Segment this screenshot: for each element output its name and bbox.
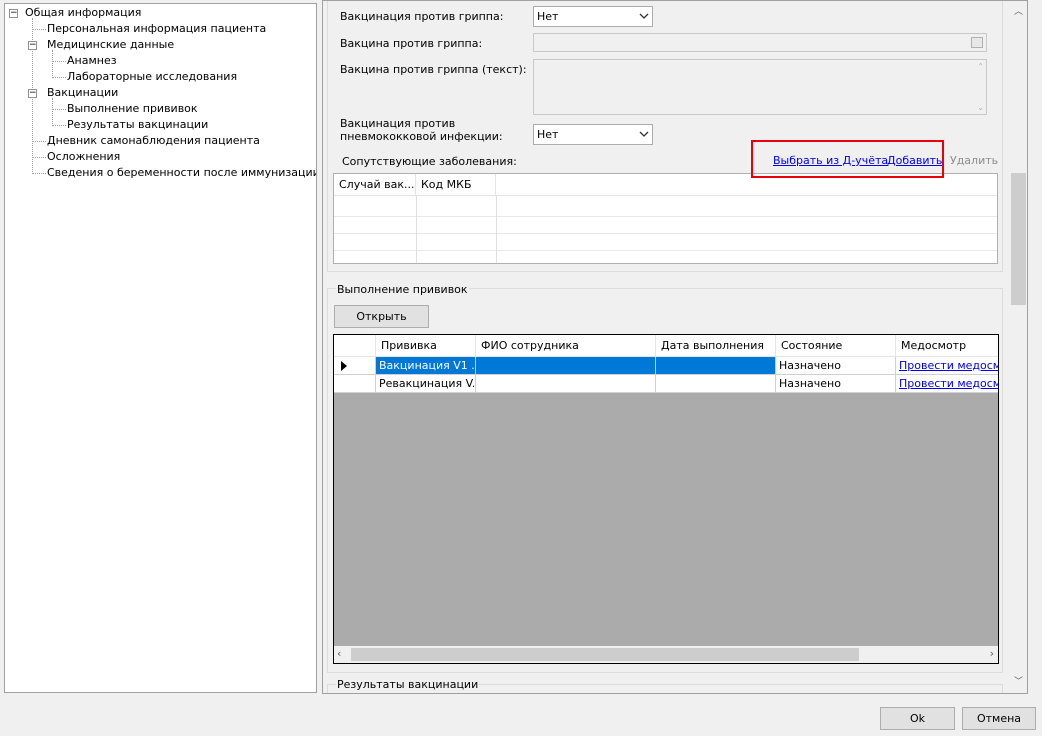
chevron-down-icon bbox=[639, 13, 649, 19]
row-header[interactable] bbox=[334, 375, 376, 393]
grid-empty-rows bbox=[334, 200, 997, 263]
pneumo-label-line1: Вакцинация против bbox=[340, 117, 456, 130]
scroll-left-icon[interactable]: ‹ bbox=[337, 647, 341, 660]
vaccination-name-cell[interactable]: Вакцинация V1 ... bbox=[376, 357, 476, 375]
comorbid-label: Сопутствующие заболевания: bbox=[342, 155, 517, 168]
tree-connector bbox=[32, 141, 46, 142]
flu-vaccination-label: Вакцинация против гриппа: bbox=[340, 10, 504, 23]
exam-link[interactable]: Провести медосмо bbox=[896, 375, 998, 393]
column-header[interactable]: Случай вак... bbox=[334, 174, 416, 196]
state-cell[interactable]: Назначено bbox=[776, 357, 896, 375]
pneumo-select[interactable]: Нет bbox=[533, 124, 653, 145]
tree-item-complications[interactable]: Осложнения bbox=[47, 149, 120, 165]
highlight-box bbox=[751, 140, 944, 178]
lookup-icon bbox=[971, 37, 983, 48]
flu-vaccination-value: Нет bbox=[537, 10, 559, 23]
scrollbar-thumb[interactable] bbox=[1011, 173, 1026, 305]
grid-col-divider bbox=[416, 196, 417, 263]
tree-item-medical[interactable]: Медицинские данные bbox=[47, 37, 174, 53]
flu-vaccine-label: Вакцина против гриппа: bbox=[340, 37, 483, 50]
tree-connector bbox=[52, 77, 66, 78]
exam-link[interactable]: Провести медосмо bbox=[896, 357, 998, 375]
scroll-up-icon[interactable]: ︿ bbox=[1010, 4, 1027, 21]
navigation-tree[interactable]: − Общая информация Персональная информац… bbox=[4, 3, 317, 693]
delete-link: Удалить bbox=[950, 154, 999, 167]
tree-item-lab[interactable]: Лабораторные исследования bbox=[67, 69, 237, 85]
tree-item-diary[interactable]: Дневник самонаблюдения пациента bbox=[47, 133, 260, 149]
column-header[interactable]: Прививка bbox=[376, 335, 476, 357]
flu-vaccine-field bbox=[533, 33, 987, 52]
tree-connector bbox=[52, 50, 53, 78]
scrollbar-thumb[interactable] bbox=[351, 648, 859, 661]
horizontal-scrollbar[interactable]: ‹ › bbox=[334, 646, 998, 663]
scroll-down-icon[interactable]: ﹀ bbox=[1010, 674, 1027, 691]
details-panel: Вакцинация против гриппа: Нет Вакцина пр… bbox=[322, 0, 1028, 694]
chevron-down-icon bbox=[639, 131, 649, 137]
column-header[interactable]: Дата выполнения bbox=[656, 335, 776, 357]
tree-item-personal[interactable]: Персональная информация пациента bbox=[47, 21, 266, 37]
scroll-right-icon[interactable]: › bbox=[990, 647, 994, 660]
collapse-icon[interactable]: − bbox=[9, 9, 18, 18]
cancel-button[interactable]: Отмена bbox=[962, 707, 1036, 730]
tree-item-pregnancy[interactable]: Сведения о беременности после иммунизаци… bbox=[47, 165, 316, 181]
tree-connector bbox=[52, 125, 66, 126]
row-header-current[interactable] bbox=[334, 357, 376, 375]
pneumo-label-line2: пневмококковой инфекции: bbox=[340, 130, 503, 143]
tree-connector bbox=[52, 61, 66, 62]
flu-vaccine-text-label: Вакцина против гриппа (текст): bbox=[340, 63, 527, 76]
scroll-down-icon: ⌄ bbox=[977, 103, 984, 112]
column-header[interactable]: Медосмотр bbox=[896, 335, 998, 357]
vaccination-name-cell[interactable]: Ревакцинация V... bbox=[376, 375, 476, 393]
tree-connector bbox=[52, 109, 66, 110]
row-header-corner bbox=[334, 335, 376, 357]
tree-connector bbox=[32, 29, 46, 30]
date-cell[interactable] bbox=[656, 375, 776, 393]
tree-item-vaccination-results[interactable]: Результаты вакцинации bbox=[67, 117, 208, 133]
collapse-icon[interactable]: − bbox=[28, 89, 37, 98]
column-header[interactable]: Код МКБ bbox=[416, 174, 496, 196]
column-header[interactable]: Состояние bbox=[776, 335, 896, 357]
flu-vaccination-select[interactable]: Нет bbox=[533, 6, 653, 27]
tree-connector bbox=[32, 157, 46, 158]
vaccination-execution-title: Выполнение прививок bbox=[336, 283, 469, 296]
scroll-up-icon: ⌃ bbox=[977, 62, 984, 71]
tree-connector bbox=[32, 173, 46, 174]
pneumo-value: Нет bbox=[537, 128, 559, 141]
collapse-icon[interactable]: − bbox=[28, 41, 37, 50]
tree-item-vaccinations[interactable]: Вакцинации bbox=[47, 85, 118, 101]
vaccinations-grid[interactable]: Прививка ФИО сотрудника Дата выполнения … bbox=[333, 334, 999, 664]
current-row-arrow-icon bbox=[341, 361, 347, 371]
ok-button[interactable]: Ok bbox=[880, 707, 955, 730]
vaccination-results-title: Результаты вакцинации bbox=[336, 678, 480, 691]
employee-cell[interactable] bbox=[476, 375, 656, 393]
tree-item-anamnesis[interactable]: Анамнез bbox=[67, 53, 117, 69]
flu-vaccine-text-field: ⌃ ⌄ bbox=[533, 59, 987, 115]
column-header[interactable]: ФИО сотрудника bbox=[476, 335, 656, 357]
tree-connector bbox=[52, 98, 53, 126]
employee-cell[interactable] bbox=[476, 357, 656, 375]
open-button[interactable]: Открыть bbox=[334, 305, 429, 328]
comorbid-grid[interactable]: Случай вак... Код МКБ bbox=[333, 173, 998, 264]
date-cell[interactable] bbox=[656, 357, 776, 375]
tree-item-general[interactable]: Общая информация bbox=[25, 5, 141, 21]
state-cell[interactable]: Назначено bbox=[776, 375, 896, 393]
vertical-scrollbar[interactable]: ︿ ﹀ bbox=[1010, 1, 1027, 693]
grid-col-divider bbox=[496, 196, 497, 263]
tree-item-vaccination-execution[interactable]: Выполнение прививок bbox=[67, 101, 198, 117]
